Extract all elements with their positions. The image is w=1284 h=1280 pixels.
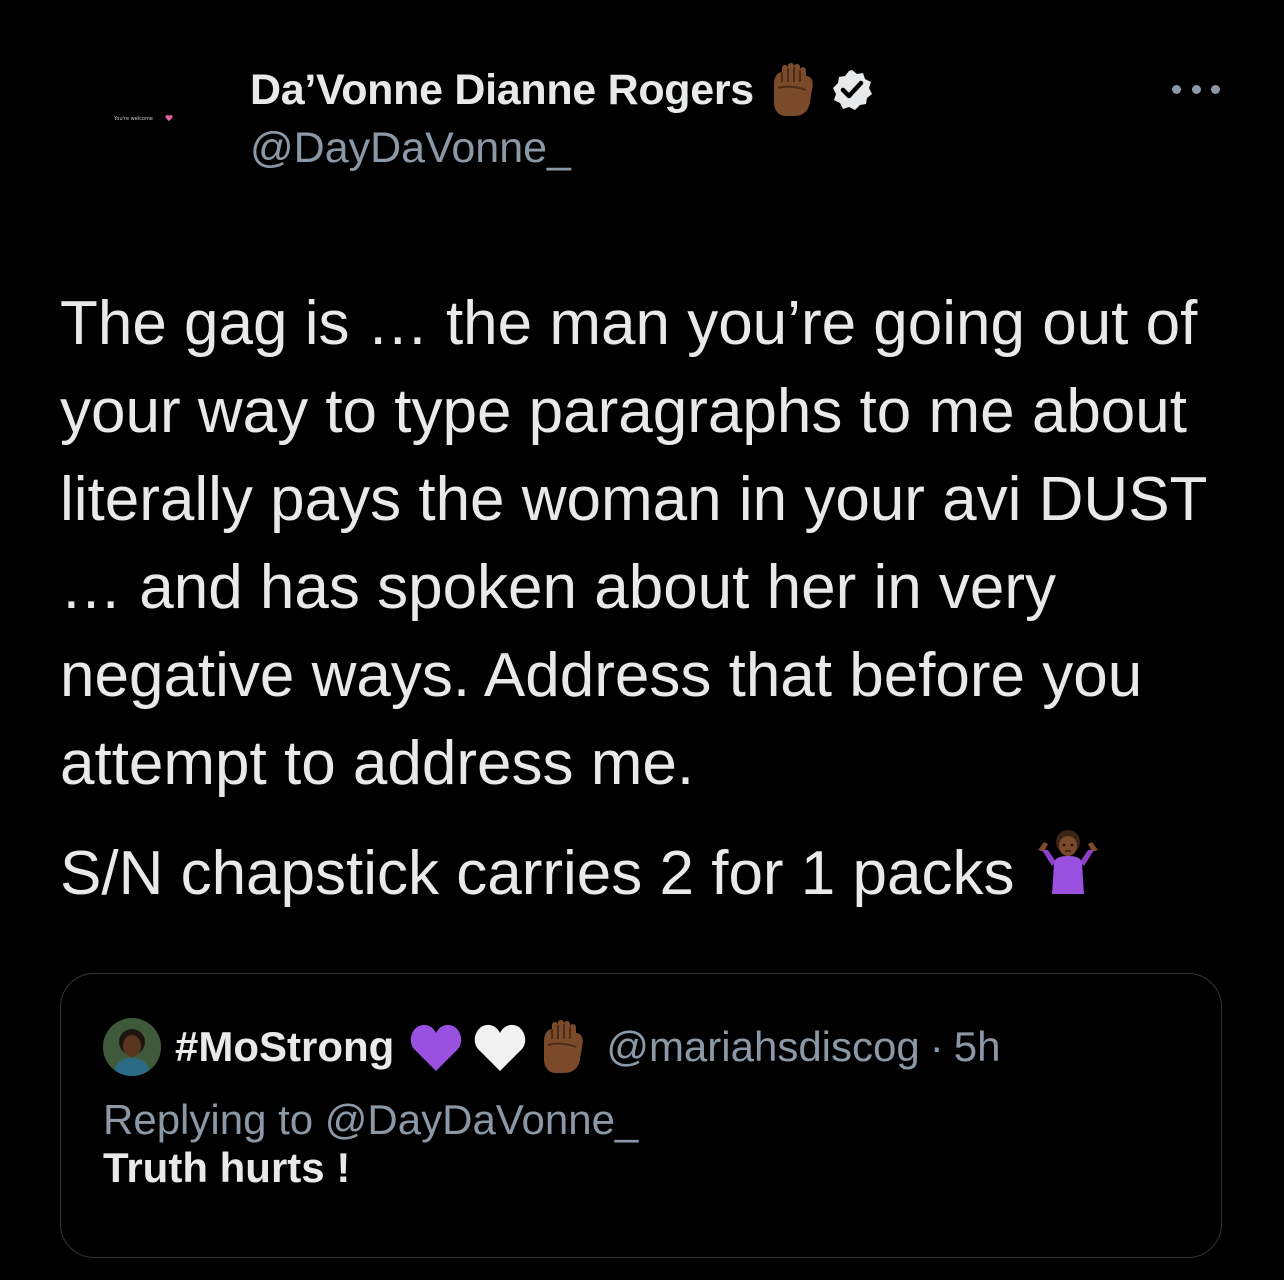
separator-dot: · <box>929 1023 944 1070</box>
verified-badge-icon <box>830 68 874 112</box>
replying-to-label[interactable]: Replying to @DayDaVonne_ <box>103 1096 638 1144</box>
avatar-caption: You're welcome <box>114 116 153 122</box>
white-heart-icon <box>475 1024 526 1071</box>
tweet-sn-line: S/N chapstick carries 2 for 1 packs <box>60 830 1240 918</box>
purple-heart-icon <box>411 1024 462 1071</box>
quoted-author-handle[interactable]: @mariahsdiscog <box>606 1023 919 1071</box>
author-display-name[interactable]: Da’Vonne Dianne Rogers <box>250 66 754 115</box>
person-shrugging-icon <box>1034 830 1102 918</box>
quoted-tweet-card[interactable]: #MoStrong @mariahsdiscog · 5h Replying t… <box>60 973 1222 1258</box>
quoted-author-display-name[interactable]: #MoStrong <box>175 1023 394 1071</box>
quoted-tweet-timestamp[interactable]: 5h <box>954 1023 1001 1071</box>
author-handle[interactable]: @DayDaVonne_ <box>250 124 571 173</box>
quoted-name-emojis <box>408 1019 588 1075</box>
author-avatar[interactable]: You're welcome <box>104 84 200 180</box>
quoted-tweet-text: Truth hurts ! <box>103 1144 351 1191</box>
tweet-sn-text: S/N chapstick carries 2 for 1 packs <box>60 839 1015 908</box>
quoted-tweet-header: #MoStrong @mariahsdiscog · 5h <box>103 1014 1000 1080</box>
quoted-author-avatar[interactable] <box>103 1018 161 1076</box>
raised-fist-icon <box>766 62 818 118</box>
tweet-text: The gag is … the man you’re going out of… <box>60 280 1240 918</box>
tweet-body-paragraph: The gag is … the man you’re going out of… <box>60 289 1207 798</box>
heart-icon <box>165 115 173 122</box>
more-options-icon[interactable] <box>1172 80 1220 98</box>
raised-fist-icon <box>544 1020 584 1073</box>
tweet: You're welcome Da’Vonne Dianne Rogers @D… <box>0 0 1284 1280</box>
author-name-row[interactable]: Da’Vonne Dianne Rogers <box>250 62 874 118</box>
